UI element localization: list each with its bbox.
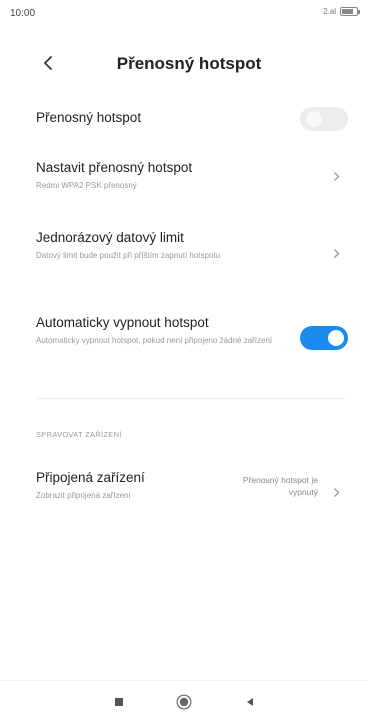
square-icon bbox=[115, 698, 123, 706]
home-circle-icon bbox=[176, 694, 192, 710]
row-connected-devices[interactable]: Připojená zařízení Zobrazit připojená za… bbox=[36, 470, 339, 518]
status-time: 10:00 bbox=[10, 8, 36, 19]
row-title: Nastavit přenosný hotspot bbox=[36, 160, 193, 175]
chevron-right-icon bbox=[330, 170, 342, 182]
battery-icon bbox=[340, 7, 360, 16]
page-title: Přenosný hotspot bbox=[116, 54, 262, 73]
row-subtitle: Datový limit bude použit při příštím zap… bbox=[36, 251, 221, 260]
status-icons: 2.al bbox=[323, 7, 360, 16]
row-title: Jednorázový datový limit bbox=[36, 230, 184, 245]
triangle-back-icon bbox=[247, 698, 253, 706]
chevron-right-icon bbox=[330, 247, 342, 259]
status-bar: 10:00 2.al bbox=[0, 0, 368, 26]
home-button[interactable] bbox=[171, 689, 197, 715]
signal-icon: 2.al bbox=[323, 7, 336, 16]
row-title: Automaticky vypnout hotspot bbox=[36, 315, 209, 330]
recents-button[interactable] bbox=[106, 689, 132, 715]
divider bbox=[36, 398, 346, 399]
hotspot-toggle[interactable] bbox=[300, 107, 348, 131]
row-auto-off[interactable]: Automaticky vypnout hotspot Automaticky … bbox=[36, 315, 348, 363]
auto-off-toggle[interactable] bbox=[300, 326, 348, 350]
back-nav-button[interactable] bbox=[237, 689, 263, 715]
row-subtitle: Redmi WPA2 PSK přenosný bbox=[36, 181, 137, 190]
row-subtitle: Automaticky vypnout hotspot, pokud není … bbox=[36, 336, 273, 345]
row-title: Přenosný hotspot bbox=[36, 110, 142, 125]
chevron-right-icon bbox=[330, 486, 342, 498]
section-header: SPRAVOVAT ZAŘÍZENÍ bbox=[36, 430, 122, 439]
navigation-bar bbox=[0, 680, 368, 723]
row-subtitle: Zobrazit připojená zařízení bbox=[36, 491, 131, 500]
top-bar: Přenosný hotspot bbox=[0, 44, 368, 84]
row-data-limit[interactable]: Jednorázový datový limit Datový limit bu… bbox=[36, 230, 339, 276]
devices-status-value: Přenosný hotspot je vypnutý bbox=[242, 475, 318, 497]
row-configure-hotspot[interactable]: Nastavit přenosný hotspot Redmi WPA2 PSK… bbox=[36, 160, 339, 194]
row-portable-hotspot[interactable]: Přenosný hotspot bbox=[36, 107, 348, 131]
